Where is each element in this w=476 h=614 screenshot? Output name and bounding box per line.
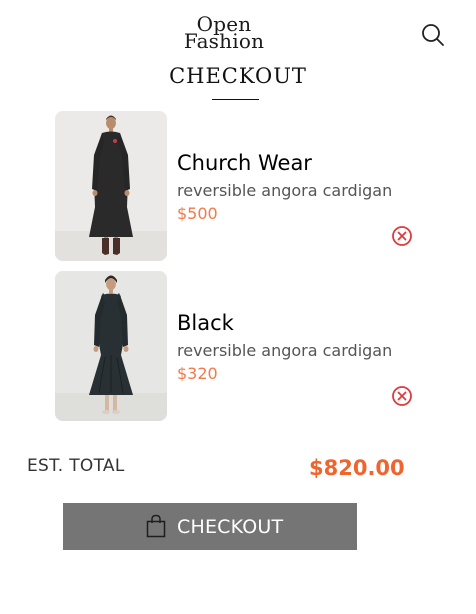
checkout-button[interactable]: CHECKOUT xyxy=(63,503,357,550)
item-name[interactable]: Black xyxy=(177,311,234,335)
total-value: $820.00 xyxy=(309,456,405,480)
title-divider xyxy=(212,99,259,100)
search-button[interactable] xyxy=(420,22,446,48)
remove-item-button[interactable] xyxy=(391,385,413,407)
page-title: CHECKOUT xyxy=(169,64,307,88)
item-description: reversible angora cardigan xyxy=(177,181,393,200)
product-image-drawing xyxy=(55,271,167,421)
search-icon xyxy=(422,24,444,46)
product-image-drawing xyxy=(55,111,167,261)
checkout-button-label: CHECKOUT xyxy=(177,516,284,538)
item-price: $320 xyxy=(177,364,218,383)
remove-item-button[interactable] xyxy=(391,225,413,247)
item-price: $500 xyxy=(177,204,218,223)
brand-logo[interactable]: Open Fashion xyxy=(182,14,266,53)
cart-item: Black reversible angora cardigan $320 xyxy=(55,271,425,421)
item-description: reversible angora cardigan xyxy=(177,341,393,360)
item-name[interactable]: Church Wear xyxy=(177,151,312,175)
close-circle-icon xyxy=(392,226,412,246)
total-label: EST. TOTAL xyxy=(27,456,125,476)
product-image[interactable] xyxy=(55,271,167,421)
shopping-bag-icon xyxy=(146,514,166,538)
product-image[interactable] xyxy=(55,111,167,261)
brand-logo-line2: Fashion xyxy=(183,29,265,53)
cart-item: Church Wear reversible angora cardigan $… xyxy=(55,111,425,261)
close-circle-icon xyxy=(392,386,412,406)
